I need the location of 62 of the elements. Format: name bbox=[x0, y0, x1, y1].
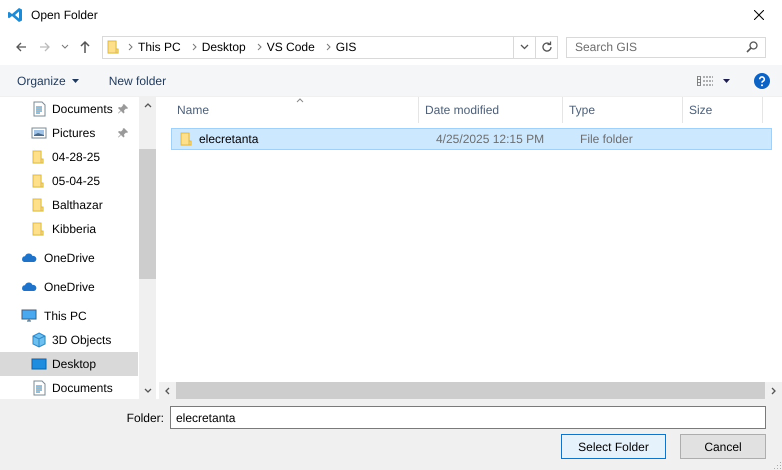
sidebar-item[interactable]: OneDrive bbox=[0, 275, 138, 299]
arrow-right-icon bbox=[38, 40, 52, 54]
sidebar-item[interactable]: OneDrive bbox=[0, 246, 138, 270]
type-cell-text: File folder bbox=[579, 132, 634, 146]
column-header[interactable]: Size bbox=[683, 97, 763, 123]
column-header[interactable]: Date modified bbox=[419, 97, 563, 123]
chevron-right-icon bbox=[128, 43, 133, 51]
chevron-down-icon bbox=[520, 44, 529, 50]
details-view-icon bbox=[697, 76, 713, 86]
search-icon bbox=[746, 40, 758, 52]
chevron-right-icon bbox=[256, 43, 262, 51]
help-icon bbox=[754, 72, 770, 88]
column-header[interactable]: Type bbox=[563, 97, 683, 123]
caret-down-icon bbox=[723, 78, 730, 82]
caret-down-icon bbox=[72, 78, 79, 82]
breadcrumb-item[interactable]: GIS bbox=[330, 38, 362, 56]
scroll-down-icon bbox=[144, 388, 152, 393]
folder-label: Folder: bbox=[126, 410, 164, 424]
document-icon bbox=[31, 101, 47, 117]
sidebar-item[interactable]: Documents bbox=[0, 97, 138, 121]
arrow-up-icon bbox=[78, 40, 92, 54]
sidebar-item[interactable]: 3D Objects bbox=[0, 328, 138, 352]
sidebar-item[interactable]: Kibberia bbox=[0, 217, 138, 241]
resize-grip-icon bbox=[773, 461, 781, 469]
address-bar[interactable]: This PC Desktop VS Code GIS bbox=[102, 36, 558, 58]
sidebar-item[interactable]: Desktop bbox=[0, 352, 138, 376]
cube-icon bbox=[31, 332, 47, 348]
file-row[interactable]: elecretanta 4/25/2025 12:15 PM File folder bbox=[171, 128, 772, 150]
sidebar-item[interactable]: This PC bbox=[0, 304, 138, 328]
close-icon bbox=[754, 10, 764, 20]
chevron-down-icon bbox=[61, 44, 69, 50]
sidebar-item[interactable]: Balthazar bbox=[0, 193, 138, 217]
scroll-left-icon bbox=[165, 386, 170, 394]
pictures-icon bbox=[31, 125, 47, 141]
breadcrumb-item[interactable]: VS Code bbox=[262, 38, 320, 56]
select-folder-button[interactable]: Select Folder bbox=[561, 434, 666, 459]
sidebar-item[interactable]: 04-28-25 bbox=[0, 145, 138, 169]
scroll-right-icon bbox=[771, 386, 776, 394]
refresh-icon bbox=[540, 41, 552, 53]
cancel-button[interactable]: Cancel bbox=[680, 434, 766, 459]
chevron-right-icon bbox=[192, 43, 197, 51]
scroll-up-icon bbox=[144, 103, 152, 108]
arrow-left-icon bbox=[14, 40, 28, 54]
breadcrumb-item[interactable]: Desktop bbox=[196, 38, 251, 56]
column-header[interactable]: Name bbox=[159, 97, 419, 123]
folder-name-field[interactable]: elecretanta bbox=[170, 406, 766, 429]
app-logo-icon bbox=[7, 7, 23, 23]
new-folder-button[interactable]: New folder bbox=[100, 68, 174, 92]
date-modified-cell-text: 4/25/2025 12:15 PM bbox=[435, 132, 546, 146]
chevron-right-icon bbox=[326, 43, 331, 51]
vertical-scrollbar[interactable] bbox=[139, 97, 156, 399]
breadcrumb-item[interactable]: This PC bbox=[133, 38, 186, 56]
sidebar-item[interactable]: Pictures bbox=[0, 121, 138, 145]
organize-button[interactable]: Organize bbox=[9, 68, 87, 92]
sidebar-item[interactable]: 05-04-25 bbox=[0, 169, 138, 193]
scrollbar-thumb[interactable] bbox=[139, 149, 156, 279]
document-icon bbox=[31, 380, 47, 396]
computer-icon bbox=[21, 308, 37, 324]
file-name: elecretanta bbox=[199, 132, 258, 146]
window-title: Open Folder bbox=[31, 8, 98, 22]
desktop-icon bbox=[31, 356, 47, 372]
search-field[interactable]: Search GIS bbox=[566, 36, 766, 58]
